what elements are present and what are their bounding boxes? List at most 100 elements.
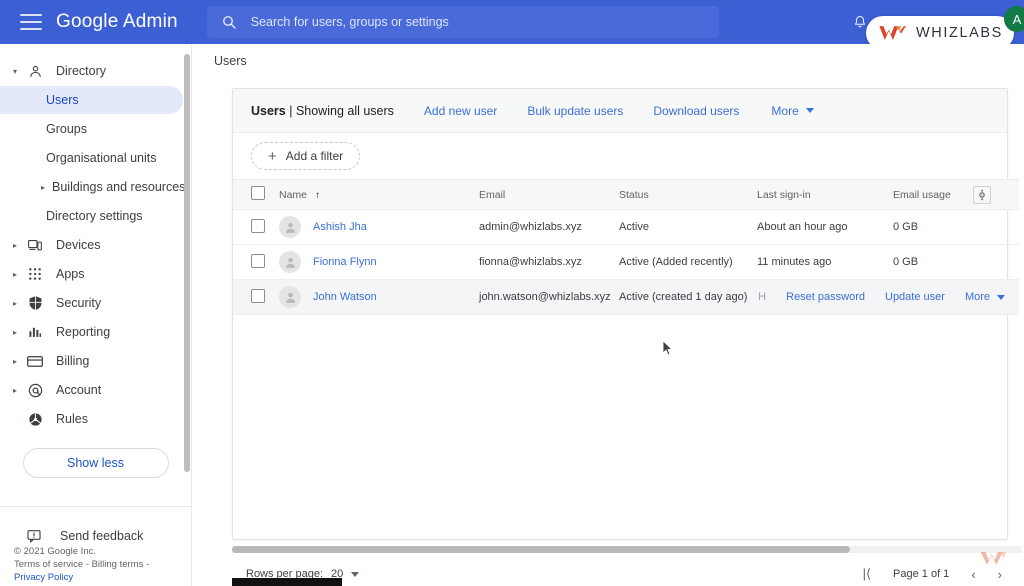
next-page-button[interactable]: ›	[998, 567, 1002, 582]
devices-icon	[24, 236, 46, 254]
horizontal-scrollbar-thumb[interactable]	[232, 546, 850, 553]
table-settings-icon[interactable]	[973, 185, 991, 204]
row-end-cell	[973, 209, 1019, 245]
truncated-last-sign-in: H	[758, 291, 767, 303]
reset-password-action[interactable]: Reset password	[786, 291, 865, 303]
sidebar-item-label: Devices	[56, 238, 101, 252]
toolbar-more-label: More	[771, 103, 799, 118]
select-all-checkbox[interactable]	[251, 186, 265, 200]
pagination-bar: Rows per page: 20 |⟨ Page 1 of 1 ‹ ›	[232, 562, 1024, 586]
privacy-policy-link[interactable]: Privacy Policy	[14, 571, 149, 584]
search-icon	[222, 16, 236, 29]
avatar	[279, 216, 301, 238]
add-new-user-link[interactable]: Add new user	[424, 104, 497, 118]
page-navigation: |⟨ Page 1 of 1 ‹ ›	[863, 566, 1002, 582]
left-sidebar: ▾ Directory Users Groups Organisational unit…	[0, 44, 192, 586]
table-header-row: Name ↑ Email Status Last sign-in Email us…	[233, 179, 1019, 210]
show-less-button[interactable]: Show less	[22, 448, 169, 478]
row-hover-actions-cell: H Reset password Update user More	[757, 279, 1019, 315]
user-email-usage-cell: 0 GB	[893, 209, 973, 245]
column-header-status[interactable]: Status	[619, 179, 757, 210]
hamburger-menu-icon[interactable]	[20, 14, 42, 30]
toolbar-more-button[interactable]: More	[771, 103, 814, 118]
admin-console-page: Google Admin WHIZLABS A ▾ Directory Users G…	[0, 0, 1024, 586]
chevron-down-icon: ▾	[12, 66, 17, 76]
sidebar-scrollbar[interactable]	[184, 54, 190, 472]
sidebar-item-rules[interactable]: Rules	[0, 405, 183, 433]
show-less-row: Show less	[0, 434, 191, 478]
user-name-link[interactable]: John Watson	[313, 291, 377, 303]
chevron-right-icon: ▸	[12, 240, 17, 250]
sidebar-item-label: Rules	[56, 412, 88, 426]
column-header-email[interactable]: Email	[479, 179, 619, 210]
add-filter-button[interactable]: + Add a filter	[251, 142, 361, 170]
sidebar-item-label: Organisational units	[46, 151, 157, 165]
sidebar-item-label: Apps	[56, 267, 85, 281]
sidebar-legal-text: © 2021 Google Inc. Terms of service - Bi…	[14, 545, 149, 584]
send-feedback-label: Send feedback	[60, 529, 144, 543]
table-row[interactable]: John Watson john.watson@whizlabs.xyz Activ…	[233, 279, 1019, 315]
column-header-last-sign-in[interactable]: Last sign-in	[757, 179, 893, 210]
global-search-box[interactable]	[206, 6, 719, 38]
column-header-email-usage[interactable]: Email usage	[893, 179, 973, 210]
sidebar-item-directory[interactable]: ▾ Directory	[0, 57, 183, 85]
sidebar-item-apps[interactable]: ▸ Apps	[0, 260, 183, 288]
row-select-cell	[233, 279, 279, 315]
download-users-link[interactable]: Download users	[653, 104, 739, 118]
user-name-link[interactable]: Fionna Flynn	[313, 256, 377, 268]
user-name-cell: Fionna Flynn	[279, 244, 479, 280]
sidebar-item-account[interactable]: ▸ Account	[0, 376, 183, 404]
avatar	[279, 286, 301, 308]
first-page-button[interactable]: |⟨	[863, 566, 871, 582]
bar-chart-icon	[24, 323, 46, 341]
filter-bar: + Add a filter	[233, 133, 1007, 179]
previous-page-button[interactable]: ‹	[971, 567, 975, 582]
page-status-label: Page 1 of 1	[893, 568, 950, 580]
search-input[interactable]	[250, 15, 705, 29]
table-row[interactable]: Ashish Jha admin@whizlabs.xyz Active About …	[233, 209, 1019, 245]
sidebar-item-label: Directory settings	[46, 209, 143, 223]
row-checkbox[interactable]	[251, 288, 265, 303]
whizlabs-logo-text: WHIZLABS	[916, 25, 1003, 41]
sidebar-item-billing[interactable]: ▸ Billing	[0, 347, 183, 375]
sidebar-divider	[0, 506, 191, 507]
row-checkbox[interactable]	[251, 218, 265, 233]
sidebar-item-users[interactable]: Users	[0, 86, 183, 114]
row-checkbox[interactable]	[251, 253, 265, 268]
chevron-right-icon: ▸	[12, 356, 17, 366]
bulk-update-users-link[interactable]: Bulk update users	[527, 104, 623, 118]
user-name-cell: Ashish Jha	[279, 209, 479, 245]
sidebar-item-devices[interactable]: ▸ Devices	[0, 231, 183, 259]
user-last-sign-in-cell: 11 minutes ago	[757, 244, 893, 280]
sidebar-item-label: Groups	[46, 122, 87, 136]
breadcrumb-current: Users	[214, 54, 247, 68]
account-avatar[interactable]: A	[1004, 6, 1024, 32]
sidebar-item-directory-settings[interactable]: Directory settings	[0, 202, 183, 230]
sidebar-item-groups[interactable]: Groups	[0, 115, 183, 143]
chevron-right-icon: ▸	[40, 182, 45, 192]
update-user-action[interactable]: Update user	[885, 291, 945, 303]
sidebar-item-label: Reporting	[56, 325, 111, 339]
table-row[interactable]: Fionna Flynn fionna@whizlabs.xyz Active (A…	[233, 244, 1019, 280]
shield-icon	[24, 294, 46, 312]
legal-links-line[interactable]: Terms of service - Billing terms -	[14, 558, 149, 571]
chevron-right-icon: ▸	[12, 298, 17, 308]
sidebar-item-reporting[interactable]: ▸ Reporting	[0, 318, 183, 346]
rules-icon	[24, 410, 46, 428]
sidebar-item-label: Buildings and resources	[52, 180, 186, 194]
sort-ascending-icon: ↑	[315, 189, 321, 201]
row-more-action[interactable]: More	[965, 291, 1005, 303]
users-table-body: Ashish Jha admin@whizlabs.xyz Active About …	[233, 209, 1019, 315]
sidebar-item-label: Directory	[56, 64, 107, 78]
column-header-name[interactable]: Name ↑	[279, 179, 479, 210]
select-all-header	[233, 179, 279, 210]
users-toolbar: Users | Showing all users Add new user B…	[233, 89, 1007, 133]
sidebar-item-security[interactable]: ▸ Security	[0, 289, 183, 317]
sidebar-item-buildings-and-resources[interactable]: ▸ Buildings and resources	[0, 173, 186, 201]
sidebar-item-organisational-units[interactable]: Organisational units	[0, 144, 183, 172]
users-title-rest: | Showing all users	[285, 103, 394, 118]
user-name-link[interactable]: Ashish Jha	[313, 221, 367, 233]
app-brand-title: Google Admin	[56, 11, 178, 32]
chevron-down-icon	[997, 294, 1005, 300]
user-status-cell: Active (created 1 day ago)	[619, 279, 757, 315]
